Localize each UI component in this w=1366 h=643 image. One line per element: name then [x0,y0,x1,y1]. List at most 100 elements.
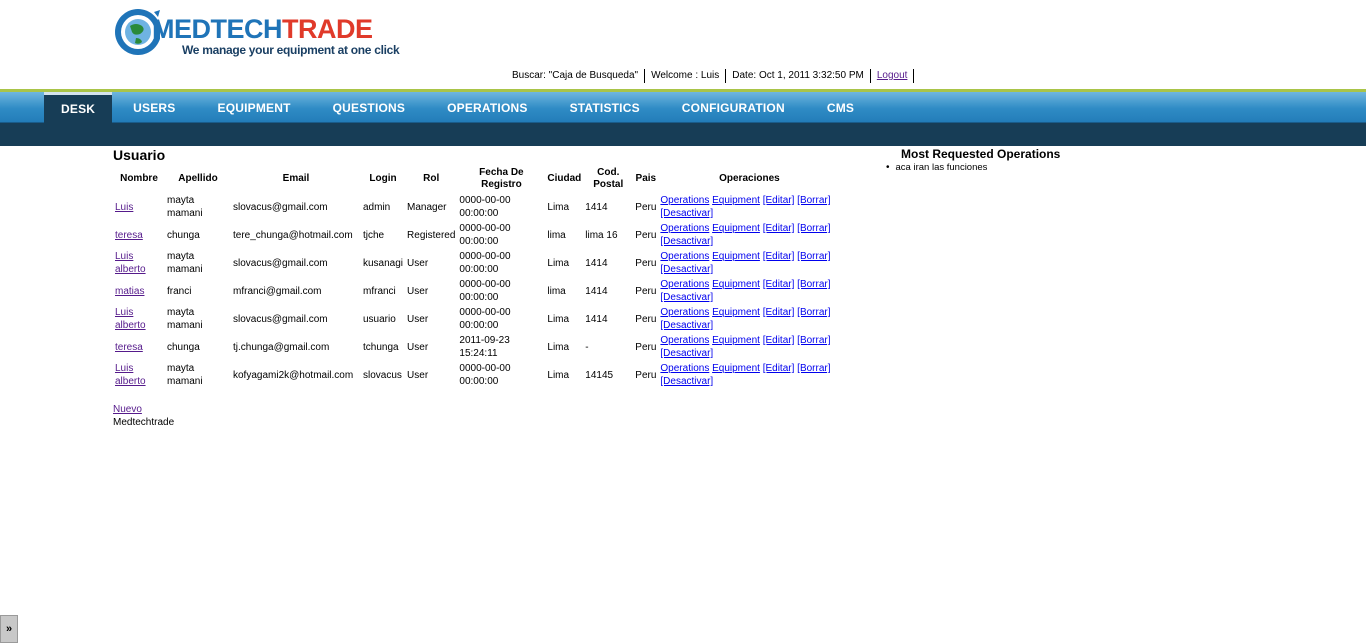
edit-link[interactable]: [Editar] [763,307,795,318]
operations-link[interactable]: Operations [660,279,709,290]
deactivate-link[interactable]: [Desactivar] [660,208,713,219]
cell-pais: Peru [635,201,657,213]
tab-configuration[interactable]: CONFIGURATION [661,92,806,123]
equipment-link[interactable]: Equipment [712,223,760,234]
new-user-link[interactable]: Nuevo [113,404,142,415]
cell-operaciones: Operations Equipment [Editar] [Borrar] [D… [658,277,840,305]
cell-rol: User [407,369,429,381]
deactivate-link[interactable]: [Desactivar] [660,320,713,331]
tab-operations[interactable]: OPERATIONS [426,92,548,123]
equipment-link[interactable]: Equipment [712,251,760,262]
user-name-link[interactable]: Luis alberto [115,307,146,331]
tab-users[interactable]: USERS [112,92,196,123]
deactivate-link[interactable]: [Desactivar] [660,348,713,359]
user-name-link[interactable]: teresa [115,342,143,353]
header-login: Login [369,173,397,184]
table-row: teresa chunga tj.chunga@gmail.com tchunga Us… [113,333,840,361]
operations-link[interactable]: Operations [660,335,709,346]
deactivate-link[interactable]: [Desactivar] [660,292,713,303]
user-name-link[interactable]: teresa [115,230,143,241]
cell-cod-postal: 14145 [585,369,614,381]
user-name-link[interactable]: Luis [115,202,133,213]
header-apellido: Apellido [178,173,218,184]
header-rol: Rol [423,173,440,184]
edit-link[interactable]: [Editar] [763,279,795,290]
cell-ciudad: Lima [547,369,570,381]
tab-statistics[interactable]: STATISTICS [549,92,661,123]
logout-link[interactable]: Logout [877,70,908,81]
equipment-link[interactable]: Equipment [712,363,760,374]
cell-fecha: 0000-00-00 00:00:00 [459,307,511,331]
header-ciudad: Ciudad [547,173,582,184]
delete-link[interactable]: [Borrar] [797,363,830,374]
cell-pais: Peru [635,369,657,381]
header-cod-postal: Cod. Postal [593,167,624,190]
delete-link[interactable]: [Borrar] [797,279,830,290]
cell-apellido: mayta mamani [167,251,203,275]
cell-operaciones: Operations Equipment [Editar] [Borrar] [D… [658,305,840,333]
table-row: teresa chunga tere_chunga@hotmail.com tjche… [113,221,840,249]
cell-apellido: chunga [167,341,200,353]
cell-apellido: franci [167,285,192,297]
equipment-link[interactable]: Equipment [712,195,760,206]
cell-apellido: mayta mamani [167,363,203,387]
delete-link[interactable]: [Borrar] [797,307,830,318]
cell-ciudad: lima [547,285,566,297]
users-table: Nombre Apellido Email Login Rol Fecha De… [113,165,840,389]
delete-link[interactable]: [Borrar] [797,223,830,234]
cell-operaciones: Operations Equipment [Editar] [Borrar] [D… [658,249,840,277]
operations-link[interactable]: Operations [660,307,709,318]
cell-fecha: 0000-00-00 00:00:00 [459,279,511,303]
brand-tagline: We manage your equipment at one click [182,43,400,57]
cell-ciudad: Lima [547,257,570,269]
cell-rol: Registered [407,229,456,241]
operations-link[interactable]: Operations [660,195,709,206]
delete-link[interactable]: [Borrar] [797,195,830,206]
operations-link[interactable]: Operations [660,363,709,374]
edit-link[interactable]: [Editar] [763,223,795,234]
table-row: Luis alberto mayta mamani slovacus@gmail.c… [113,249,840,277]
operations-link[interactable]: Operations [660,223,709,234]
deactivate-link[interactable]: [Desactivar] [660,264,713,275]
search-box[interactable]: Buscar: "Caja de Busqueda" [506,69,644,83]
cell-email: tere_chunga@hotmail.com [233,229,353,241]
cell-rol: User [407,285,429,297]
tab-equipment[interactable]: EQUIPMENT [196,92,311,123]
equipment-link[interactable]: Equipment [712,335,760,346]
equipment-link[interactable]: Equipment [712,279,760,290]
cell-email: slovacus@gmail.com [233,257,328,269]
header-email: Email [282,173,310,184]
operations-link[interactable]: Operations [660,251,709,262]
tab-desk[interactable]: DESK [44,92,113,123]
cell-fecha: 0000-00-00 00:00:00 [459,223,511,247]
deactivate-link[interactable]: [Desactivar] [660,236,713,247]
brand-logo: MEDTECHTRADE We manage your equipment at… [112,0,400,64]
tab-cms[interactable]: CMS [806,92,875,123]
user-name-link[interactable]: matias [115,286,144,297]
cell-login: admin [363,201,391,213]
tab-questions[interactable]: QUESTIONS [312,92,426,123]
edit-link[interactable]: [Editar] [763,251,795,262]
expand-toggle-button[interactable]: » [0,615,18,643]
delete-link[interactable]: [Borrar] [797,335,830,346]
cell-operaciones: Operations Equipment [Editar] [Borrar] [D… [658,333,840,361]
user-name-link[interactable]: Luis alberto [115,363,146,387]
divider [913,69,915,83]
edit-link[interactable]: [Editar] [763,363,795,374]
equipment-link[interactable]: Equipment [712,307,760,318]
header-operaciones: Operaciones [719,173,780,184]
header-pais: Pais [635,173,657,184]
cell-operaciones: Operations Equipment [Editar] [Borrar] [D… [658,361,840,389]
cell-cod-postal: 1414 [585,285,608,297]
cell-login: mfranci [363,285,396,297]
cell-ciudad: Lima [547,313,570,325]
edit-link[interactable]: [Editar] [763,335,795,346]
cell-login: tchunga [363,341,399,353]
user-name-link[interactable]: Luis alberto [115,251,146,275]
deactivate-link[interactable]: [Desactivar] [660,376,713,387]
delete-link[interactable]: [Borrar] [797,251,830,262]
cell-apellido: mayta mamani [167,307,203,331]
cell-apellido: mayta mamani [167,195,203,219]
list-item: aca iran las funciones [886,162,988,173]
edit-link[interactable]: [Editar] [763,195,795,206]
